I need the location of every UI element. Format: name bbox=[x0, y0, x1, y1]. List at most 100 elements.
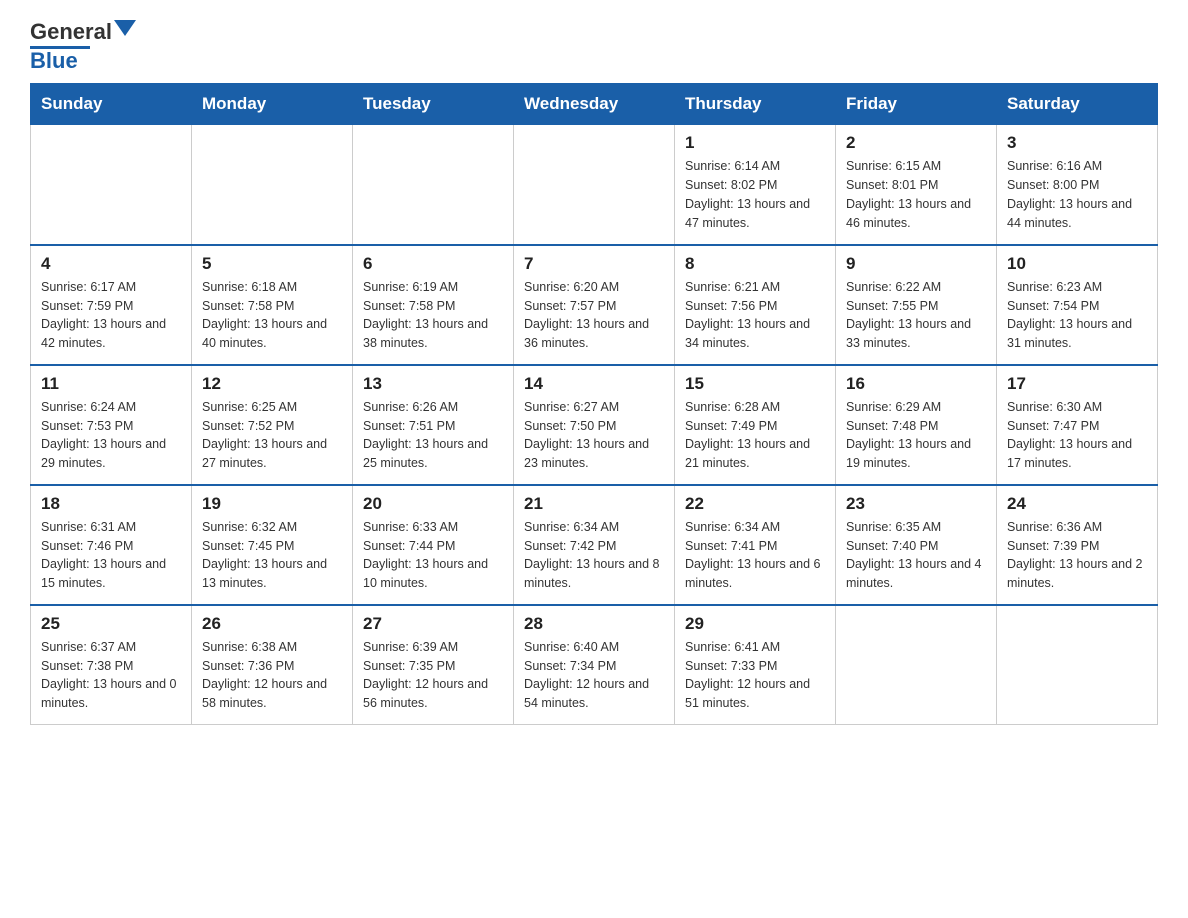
day-number: 2 bbox=[846, 133, 986, 153]
calendar-cell: 14 Sunrise: 6:27 AM Sunset: 7:50 PM Dayli… bbox=[514, 365, 675, 485]
calendar-cell: 21 Sunrise: 6:34 AM Sunset: 7:42 PM Dayli… bbox=[514, 485, 675, 605]
calendar-body: 1 Sunrise: 6:14 AM Sunset: 8:02 PM Daylig… bbox=[31, 125, 1158, 725]
day-info: Sunrise: 6:15 AM Sunset: 8:01 PM Dayligh… bbox=[846, 157, 986, 232]
day-info: Sunrise: 6:25 AM Sunset: 7:52 PM Dayligh… bbox=[202, 398, 342, 473]
day-number: 25 bbox=[41, 614, 181, 634]
calendar-cell bbox=[997, 605, 1158, 725]
day-info: Sunrise: 6:21 AM Sunset: 7:56 PM Dayligh… bbox=[685, 278, 825, 353]
day-info: Sunrise: 6:31 AM Sunset: 7:46 PM Dayligh… bbox=[41, 518, 181, 593]
calendar-cell: 4 Sunrise: 6:17 AM Sunset: 7:59 PM Daylig… bbox=[31, 245, 192, 365]
header-day-sunday: Sunday bbox=[31, 84, 192, 125]
calendar-header: SundayMondayTuesdayWednesdayThursdayFrid… bbox=[31, 84, 1158, 125]
day-number: 20 bbox=[363, 494, 503, 514]
day-info: Sunrise: 6:17 AM Sunset: 7:59 PM Dayligh… bbox=[41, 278, 181, 353]
day-number: 9 bbox=[846, 254, 986, 274]
day-number: 15 bbox=[685, 374, 825, 394]
calendar-cell: 6 Sunrise: 6:19 AM Sunset: 7:58 PM Daylig… bbox=[353, 245, 514, 365]
day-info: Sunrise: 6:18 AM Sunset: 7:58 PM Dayligh… bbox=[202, 278, 342, 353]
day-info: Sunrise: 6:23 AM Sunset: 7:54 PM Dayligh… bbox=[1007, 278, 1147, 353]
day-info: Sunrise: 6:34 AM Sunset: 7:42 PM Dayligh… bbox=[524, 518, 664, 593]
day-number: 7 bbox=[524, 254, 664, 274]
day-info: Sunrise: 6:27 AM Sunset: 7:50 PM Dayligh… bbox=[524, 398, 664, 473]
header-day-tuesday: Tuesday bbox=[353, 84, 514, 125]
day-number: 19 bbox=[202, 494, 342, 514]
day-number: 11 bbox=[41, 374, 181, 394]
calendar-cell: 28 Sunrise: 6:40 AM Sunset: 7:34 PM Dayli… bbox=[514, 605, 675, 725]
calendar-cell: 20 Sunrise: 6:33 AM Sunset: 7:44 PM Dayli… bbox=[353, 485, 514, 605]
calendar-cell: 15 Sunrise: 6:28 AM Sunset: 7:49 PM Dayli… bbox=[675, 365, 836, 485]
calendar-week-1: 1 Sunrise: 6:14 AM Sunset: 8:02 PM Daylig… bbox=[31, 125, 1158, 245]
day-number: 28 bbox=[524, 614, 664, 634]
day-number: 1 bbox=[685, 133, 825, 153]
header-day-monday: Monday bbox=[192, 84, 353, 125]
calendar-cell: 19 Sunrise: 6:32 AM Sunset: 7:45 PM Dayli… bbox=[192, 485, 353, 605]
day-number: 29 bbox=[685, 614, 825, 634]
day-number: 21 bbox=[524, 494, 664, 514]
day-number: 23 bbox=[846, 494, 986, 514]
calendar-week-5: 25 Sunrise: 6:37 AM Sunset: 7:38 PM Dayli… bbox=[31, 605, 1158, 725]
day-info: Sunrise: 6:19 AM Sunset: 7:58 PM Dayligh… bbox=[363, 278, 503, 353]
day-info: Sunrise: 6:36 AM Sunset: 7:39 PM Dayligh… bbox=[1007, 518, 1147, 593]
day-number: 24 bbox=[1007, 494, 1147, 514]
day-number: 8 bbox=[685, 254, 825, 274]
calendar-cell: 26Sunrise: 6:38 AM Sunset: 7:36 PM Dayli… bbox=[192, 605, 353, 725]
day-number: 22 bbox=[685, 494, 825, 514]
day-number: 12 bbox=[202, 374, 342, 394]
calendar-cell: 13 Sunrise: 6:26 AM Sunset: 7:51 PM Dayli… bbox=[353, 365, 514, 485]
calendar-cell: 25 Sunrise: 6:37 AM Sunset: 7:38 PM Dayli… bbox=[31, 605, 192, 725]
calendar-cell: 1 Sunrise: 6:14 AM Sunset: 8:02 PM Daylig… bbox=[675, 125, 836, 245]
calendar-cell: 27 Sunrise: 6:39 AM Sunset: 7:35 PM Dayli… bbox=[353, 605, 514, 725]
day-info: Sunrise: 6:29 AM Sunset: 7:48 PM Dayligh… bbox=[846, 398, 986, 473]
day-info: Sunrise: 6:41 AM Sunset: 7:33 PM Dayligh… bbox=[685, 638, 825, 713]
calendar-table: SundayMondayTuesdayWednesdayThursdayFrid… bbox=[30, 83, 1158, 725]
day-info: Sunrise: 6:24 AM Sunset: 7:53 PM Dayligh… bbox=[41, 398, 181, 473]
logo: General Blue bbox=[30, 20, 136, 73]
calendar-cell: 7Sunrise: 6:20 AM Sunset: 7:57 PM Daylig… bbox=[514, 245, 675, 365]
day-info: Sunrise: 6:14 AM Sunset: 8:02 PM Dayligh… bbox=[685, 157, 825, 232]
calendar-cell: 8 Sunrise: 6:21 AM Sunset: 7:56 PM Daylig… bbox=[675, 245, 836, 365]
day-info: Sunrise: 6:34 AM Sunset: 7:41 PM Dayligh… bbox=[685, 518, 825, 593]
header-day-thursday: Thursday bbox=[675, 84, 836, 125]
calendar-cell: 9 Sunrise: 6:22 AM Sunset: 7:55 PM Daylig… bbox=[836, 245, 997, 365]
day-number: 5 bbox=[202, 254, 342, 274]
day-info: Sunrise: 6:32 AM Sunset: 7:45 PM Dayligh… bbox=[202, 518, 342, 593]
day-number: 3 bbox=[1007, 133, 1147, 153]
day-info: Sunrise: 6:38 AM Sunset: 7:36 PM Dayligh… bbox=[202, 638, 342, 713]
calendar-cell: 23 Sunrise: 6:35 AM Sunset: 7:40 PM Dayli… bbox=[836, 485, 997, 605]
day-info: Sunrise: 6:35 AM Sunset: 7:40 PM Dayligh… bbox=[846, 518, 986, 593]
calendar-cell: 17Sunrise: 6:30 AM Sunset: 7:47 PM Dayli… bbox=[997, 365, 1158, 485]
day-number: 10 bbox=[1007, 254, 1147, 274]
day-info: Sunrise: 6:22 AM Sunset: 7:55 PM Dayligh… bbox=[846, 278, 986, 353]
calendar-cell bbox=[353, 125, 514, 245]
calendar-week-3: 11 Sunrise: 6:24 AM Sunset: 7:53 PM Dayli… bbox=[31, 365, 1158, 485]
calendar-cell: 18 Sunrise: 6:31 AM Sunset: 7:46 PM Dayli… bbox=[31, 485, 192, 605]
calendar-cell bbox=[514, 125, 675, 245]
day-info: Sunrise: 6:33 AM Sunset: 7:44 PM Dayligh… bbox=[363, 518, 503, 593]
day-number: 18 bbox=[41, 494, 181, 514]
day-number: 6 bbox=[363, 254, 503, 274]
header-row: SundayMondayTuesdayWednesdayThursdayFrid… bbox=[31, 84, 1158, 125]
logo-blue-text: Blue bbox=[30, 49, 78, 73]
day-info: Sunrise: 6:39 AM Sunset: 7:35 PM Dayligh… bbox=[363, 638, 503, 713]
page-header: General Blue bbox=[30, 20, 1158, 73]
day-number: 17 bbox=[1007, 374, 1147, 394]
calendar-cell: 12 Sunrise: 6:25 AM Sunset: 7:52 PM Dayli… bbox=[192, 365, 353, 485]
day-number: 4 bbox=[41, 254, 181, 274]
day-number: 27 bbox=[363, 614, 503, 634]
day-info: Sunrise: 6:28 AM Sunset: 7:49 PM Dayligh… bbox=[685, 398, 825, 473]
calendar-cell: 22 Sunrise: 6:34 AM Sunset: 7:41 PM Dayli… bbox=[675, 485, 836, 605]
calendar-cell: 11 Sunrise: 6:24 AM Sunset: 7:53 PM Dayli… bbox=[31, 365, 192, 485]
calendar-week-4: 18 Sunrise: 6:31 AM Sunset: 7:46 PM Dayli… bbox=[31, 485, 1158, 605]
logo-general-text: General bbox=[30, 20, 112, 44]
calendar-cell bbox=[836, 605, 997, 725]
day-info: Sunrise: 6:40 AM Sunset: 7:34 PM Dayligh… bbox=[524, 638, 664, 713]
calendar-cell: 24 Sunrise: 6:36 AM Sunset: 7:39 PM Dayli… bbox=[997, 485, 1158, 605]
header-day-saturday: Saturday bbox=[997, 84, 1158, 125]
calendar-week-2: 4 Sunrise: 6:17 AM Sunset: 7:59 PM Daylig… bbox=[31, 245, 1158, 365]
calendar-cell: 2 Sunrise: 6:15 AM Sunset: 8:01 PM Daylig… bbox=[836, 125, 997, 245]
day-number: 13 bbox=[363, 374, 503, 394]
calendar-cell: 10 Sunrise: 6:23 AM Sunset: 7:54 PM Dayli… bbox=[997, 245, 1158, 365]
day-number: 14 bbox=[524, 374, 664, 394]
day-info: Sunrise: 6:26 AM Sunset: 7:51 PM Dayligh… bbox=[363, 398, 503, 473]
day-info: Sunrise: 6:37 AM Sunset: 7:38 PM Dayligh… bbox=[41, 638, 181, 713]
